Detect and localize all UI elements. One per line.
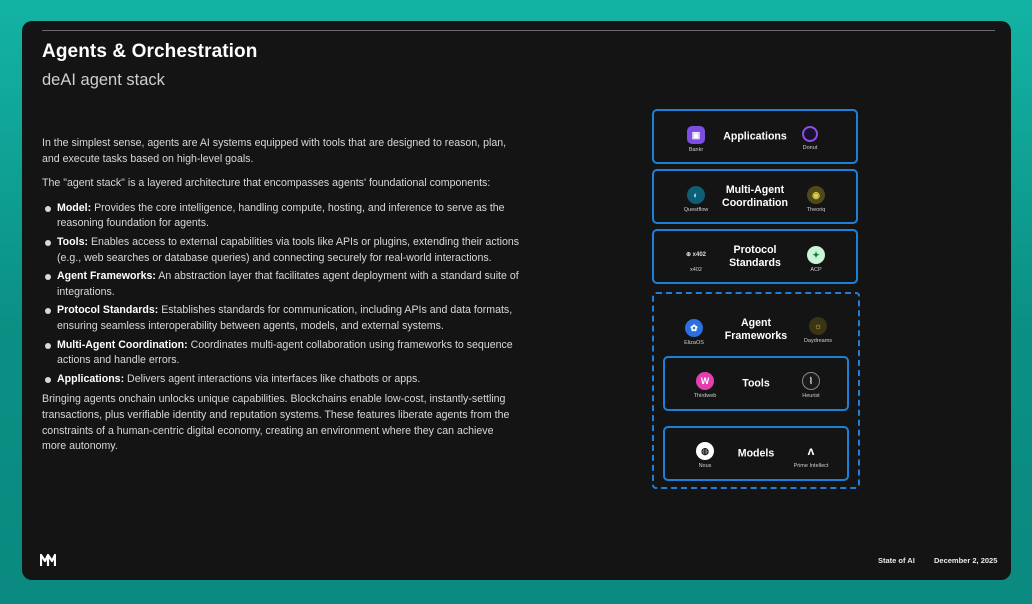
list-item-term: Protocol Standards:	[57, 304, 159, 317]
logo-name: Prime Intellect	[793, 463, 829, 469]
slide: Agents & Orchestration deAI agent stack …	[22, 21, 1011, 580]
logo-name: Theoriq	[806, 207, 826, 213]
logo-name: Questflow	[683, 207, 709, 213]
daydreams-logo-icon: ☼	[809, 317, 827, 335]
prime-intellect-logo: ʌ Prime Intellect	[789, 442, 833, 470]
donut-logo-icon	[802, 126, 818, 142]
list-item: Tools: Enables access to external capabi…	[42, 235, 520, 266]
layer-applications: Applications ▣ Bankr Donut	[652, 109, 858, 164]
list-item-term: Model:	[57, 201, 92, 214]
nous-logo: ◍ Nous	[683, 442, 727, 470]
donut-logo: Donut	[788, 126, 832, 152]
layer-label: Protocol Standards	[729, 243, 781, 269]
intro-paragraph: In the simplest sense, agents are AI sys…	[42, 137, 507, 165]
logo-name: ElizaOS	[684, 340, 704, 346]
logo-name: ACP	[810, 267, 822, 273]
list-item-text: Delivers agent interactions via interfac…	[124, 372, 421, 385]
elizaos-logo-icon: ✿	[685, 319, 703, 337]
theoriq-logo-icon: ◉	[807, 186, 825, 204]
theoriq-logo: ◉ Theoriq	[794, 186, 838, 214]
layer-label: Tools	[742, 377, 770, 389]
layer-label: Agent Frameworks	[724, 317, 788, 342]
layer-tools: Tools W Thirdweb ⦚ Heurist	[663, 356, 849, 411]
heurist-logo: ⦚ Heurist	[789, 372, 833, 400]
brand-logo-icon	[39, 553, 57, 572]
layer-multi-agent-coordination: Multi-Agent Coordination ◐ Questflow ◉ Th…	[652, 169, 858, 224]
list-item: Protocol Standards: Establishes standard…	[42, 303, 520, 334]
daydreams-logo: ☼ Daydreams	[796, 317, 840, 345]
page-subtitle: deAI agent stack	[42, 71, 165, 89]
layer-protocol-standards: Protocol Standards ⊕ x402 x402 ✦ ACP	[652, 229, 858, 284]
footer-date: December 2, 2025	[934, 556, 998, 565]
acp-logo: ✦ ACP	[794, 246, 838, 274]
list-item-term: Multi-Agent Coordination:	[57, 338, 188, 351]
stack-intro-paragraph: The "agent stack" is a layered architect…	[42, 177, 491, 190]
bankr-logo: ▣ Bankr	[674, 126, 718, 154]
logo-name: Donut	[802, 145, 818, 151]
logo-name: Thirdweb	[693, 393, 717, 399]
x402-logo-icon: ⊕ x402	[685, 252, 707, 258]
closing-paragraph: Bringing agents onchain unlocks unique c…	[42, 393, 510, 453]
list-item-text: Provides the core intelligence, handling…	[57, 201, 505, 230]
layer-agent-frameworks: Agent Frameworks ✿ ElizaOS ☼ Daydreams	[660, 301, 852, 359]
thirdweb-logo-icon: W	[696, 372, 714, 390]
footer-report-name: State of AI	[878, 556, 915, 565]
list-item-term: Tools:	[57, 235, 88, 248]
thirdweb-logo: W Thirdweb	[683, 372, 727, 400]
list-item-text: Enables access to external capabilities …	[57, 235, 520, 264]
logo-name: Nous	[698, 463, 712, 469]
elizaos-logo: ✿ ElizaOS	[672, 319, 716, 347]
nous-logo-icon: ◍	[696, 442, 714, 460]
list-item: Model: Provides the core intelligence, h…	[42, 201, 520, 232]
acp-logo-icon: ✦	[807, 246, 825, 264]
questflow-logo-icon: ◐	[687, 186, 705, 204]
page-title: Agents & Orchestration	[42, 41, 258, 62]
logo-name: Daydreams	[803, 338, 833, 344]
logo-name: Bankr	[688, 147, 704, 153]
component-list: Model: Provides the core intelligence, h…	[42, 201, 520, 388]
list-item: Applications: Delivers agent interaction…	[42, 372, 520, 388]
layer-models: Models ◍ Nous ʌ Prime Intellect	[663, 426, 849, 481]
layer-label: Applications	[723, 130, 787, 142]
list-item: Agent Frameworks: An abstraction layer t…	[42, 269, 520, 300]
list-item-term: Applications:	[57, 372, 125, 385]
bankr-logo-icon: ▣	[687, 126, 705, 144]
body-text: In the simplest sense, agents are AI sys…	[42, 136, 520, 464]
layer-label: Multi-Agent Coordination	[722, 183, 788, 209]
x402-logo: ⊕ x402 x402	[674, 246, 718, 274]
prime-intellect-logo-icon: ʌ	[802, 442, 820, 460]
logo-name: Heurist	[802, 393, 820, 399]
logo-name: x402	[690, 267, 702, 273]
layer-label: Models	[737, 447, 775, 459]
header-rule	[42, 30, 995, 31]
questflow-logo: ◐ Questflow	[674, 186, 718, 214]
list-item: Multi-Agent Coordination: Coordinates mu…	[42, 338, 520, 369]
agent-stack-diagram: Applications ▣ Bankr Donut Multi-Agent Co…	[652, 109, 860, 489]
list-item-term: Agent Frameworks:	[57, 270, 156, 283]
heurist-logo-icon: ⦚	[802, 372, 820, 390]
